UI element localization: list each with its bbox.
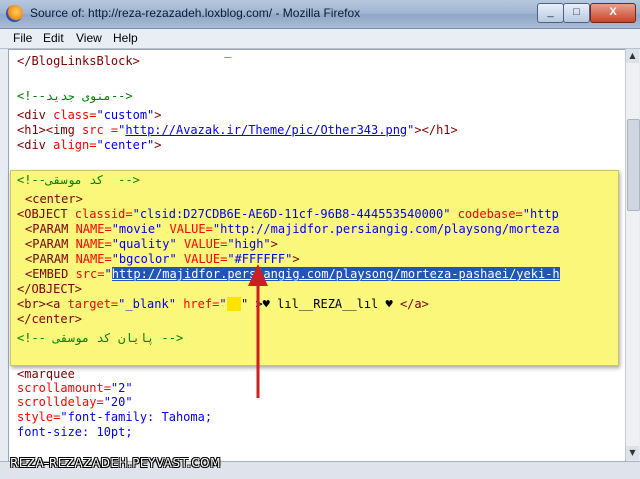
code-line: <PARAM NAME="quality" VALUE="high"> xyxy=(25,237,278,251)
code-line: scrollamount="2" xyxy=(17,381,133,395)
red-arrow-icon xyxy=(248,264,268,398)
code-line: <OBJECT classid="clsid:D27CDB6E-AE6D-11c… xyxy=(17,207,559,221)
code-line: <div align="center"> xyxy=(17,138,162,152)
scroll-down-icon[interactable]: ▼ xyxy=(626,446,639,460)
firefox-view-source-window: Source of: http://reza-rezazadeh.loxblog… xyxy=(0,0,640,479)
code-line: <!--کد موسقی --> xyxy=(17,173,140,187)
window-title: Source of: http://reza-rezazadeh.loxblog… xyxy=(30,6,361,20)
code-line: <EMBED src="http://majidfor.persiangig.c… xyxy=(25,267,560,281)
vertical-scrollbar[interactable]: ▲ ▼ xyxy=(625,49,640,460)
code-line: <marquee xyxy=(17,367,75,381)
code-line: <h1><img src ="http://Avazak.ir/Theme/pi… xyxy=(17,123,458,137)
code-line: <center> xyxy=(25,192,83,206)
maximize-button[interactable]: □ xyxy=(563,3,590,23)
scroll-up-icon[interactable]: ▲ xyxy=(626,49,639,63)
image-url-link[interactable]: http://Avazak.ir/Theme/pic/Other343.png xyxy=(125,123,407,137)
code-line: <PARAM NAME="movie" VALUE="http://majidf… xyxy=(25,222,560,236)
minimize-button[interactable]: _ xyxy=(537,3,564,23)
code-line: </center> xyxy=(17,312,83,326)
code-line: "_ xyxy=(217,49,232,58)
code-line: <br><a target="_blank" href=" " >♥ lıl__… xyxy=(17,297,429,311)
code-line: </BlogLinksBlock> xyxy=(17,54,140,68)
code-line: font-size: 10pt; xyxy=(17,425,133,439)
menu-view[interactable]: View xyxy=(76,31,102,45)
menu-help[interactable]: Help xyxy=(113,31,138,45)
code-line: scrolldelay="20" xyxy=(17,395,133,409)
code-line: style="font-family: Tahoma; xyxy=(17,410,213,424)
menu-file[interactable]: File xyxy=(13,31,32,45)
code-line: <!--منوی جدید--> xyxy=(17,89,133,103)
code-line: <div class="custom"> xyxy=(17,108,162,122)
title-bar[interactable]: Source of: http://reza-rezazadeh.loxblog… xyxy=(0,0,640,29)
menu-edit[interactable]: Edit xyxy=(43,31,64,45)
watermark-text: REZA-REZAZADEH.PEYVAST.COM xyxy=(10,456,221,470)
close-button[interactable]: X xyxy=(590,3,636,23)
code-line: </OBJECT> xyxy=(17,282,83,296)
menu-bar: File Edit View Help xyxy=(0,29,640,49)
selected-song-url[interactable]: http://majidfor.persiangig.com/playsong/… xyxy=(111,267,560,281)
firefox-icon xyxy=(6,5,23,22)
code-line: <!-- پایان کد موسقی --> xyxy=(17,331,184,345)
scrollbar-thumb[interactable] xyxy=(627,119,640,211)
highlighted-code-callout: <!--کد موسقی --> <center> <OBJECT classi… xyxy=(10,170,619,366)
